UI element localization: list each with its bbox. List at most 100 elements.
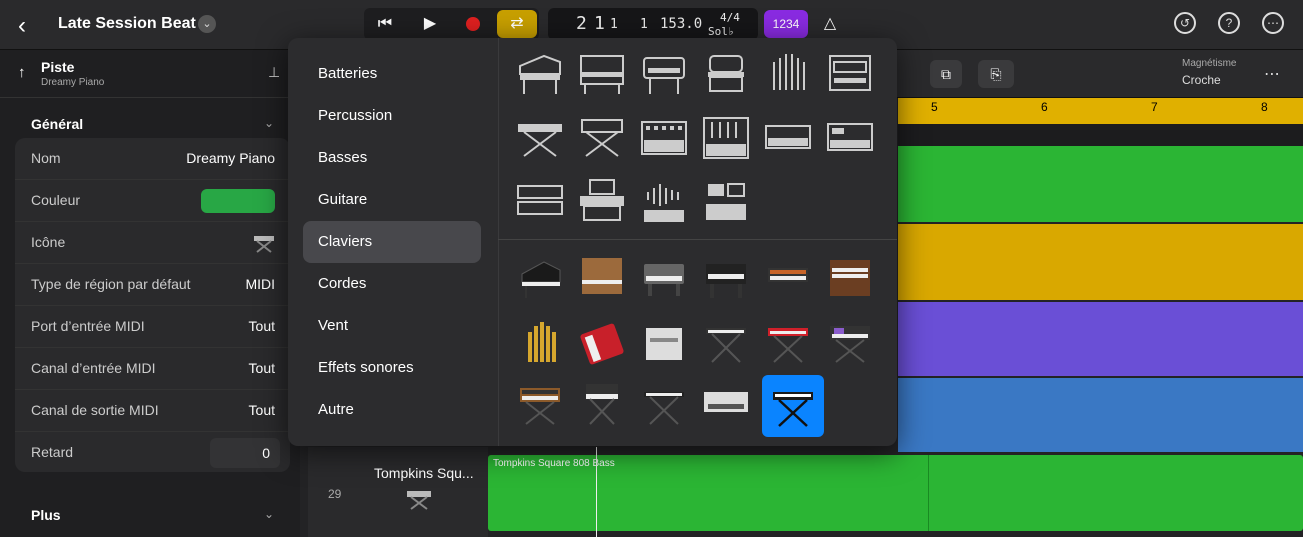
track-options-icon[interactable]: ⋯ xyxy=(1264,64,1280,84)
electric-organ-icon[interactable] xyxy=(762,252,814,304)
accordion-icon[interactable] xyxy=(576,318,628,370)
electric-piano-outline-icon[interactable] xyxy=(638,48,690,100)
track-name: Tompkins Squ... xyxy=(374,465,474,481)
ruler-bar-5: 5 xyxy=(931,100,938,114)
stage-keyboard-outline-icon[interactable] xyxy=(514,112,566,164)
modular-synth-outline-icon[interactable] xyxy=(700,112,752,164)
harmonium-outline-icon[interactable] xyxy=(824,48,876,100)
timeline-ruler[interactable]: 5 6 7 8 xyxy=(898,98,1303,146)
category-bass[interactable]: Basses xyxy=(303,137,481,179)
vintage-synth-icon[interactable] xyxy=(514,378,566,430)
red-stage-piano-icon[interactable] xyxy=(762,318,814,370)
title-menu-chevron-icon[interactable]: ⌄ xyxy=(198,15,216,33)
workstation-outline-icon[interactable] xyxy=(576,176,628,228)
general-chevron-icon[interactable]: ⌄ xyxy=(264,116,274,130)
row-value: Tout xyxy=(248,360,275,376)
sampler-keyboard-outline-icon[interactable] xyxy=(638,176,690,228)
category-wind[interactable]: Vent xyxy=(303,305,481,347)
snap-value[interactable]: Croche xyxy=(1182,73,1221,87)
pipe-organ-outline-icon[interactable] xyxy=(762,48,814,100)
count-in-button[interactable]: 1234 xyxy=(764,10,808,38)
keyboard-on-stand-icon[interactable] xyxy=(700,318,752,370)
ruler-bar-6: 6 xyxy=(1041,100,1048,114)
row-label: Type de région par défaut xyxy=(31,276,191,292)
undo-icon[interactable]: ↺ xyxy=(1174,12,1196,34)
suitcase-piano-icon[interactable] xyxy=(700,252,752,304)
row-color[interactable]: Couleur xyxy=(15,180,290,222)
analog-synth-outline-icon[interactable] xyxy=(762,112,814,164)
keyboard-stand-outline-icon[interactable] xyxy=(576,112,628,164)
rack-synth-outline-icon[interactable] xyxy=(514,176,566,228)
row-icon[interactable]: Icône xyxy=(15,222,290,264)
ruler-bar-7: 7 xyxy=(1151,100,1158,114)
row-midi-in-port[interactable]: Port d’entrée MIDI Tout xyxy=(15,306,290,348)
region-yellow[interactable] xyxy=(898,224,1303,300)
region-tompkins-bass[interactable]: Tompkins Square 808 Bass xyxy=(488,455,1303,531)
row-value: Dreamy Piano xyxy=(186,150,275,166)
more-chevron-icon[interactable]: ⌄ xyxy=(264,507,274,521)
category-drums[interactable]: Batteries xyxy=(303,53,481,95)
mono-synth-icon[interactable] xyxy=(576,378,628,430)
region-green-1[interactable] xyxy=(898,146,1303,222)
copy-icon[interactable]: ⧉ xyxy=(930,60,962,88)
lcd-display[interactable]: 2 1 1 1 153.0 4/4 Sol♭ min xyxy=(548,8,758,51)
color-swatch[interactable] xyxy=(201,189,275,213)
category-keyboards[interactable]: Claviers xyxy=(303,221,481,263)
synth-outline-icon[interactable] xyxy=(638,112,690,164)
drum-machine-keyboard-icon[interactable] xyxy=(700,378,752,430)
harmonium-icon[interactable] xyxy=(638,318,690,370)
tonewheel-organ-icon[interactable] xyxy=(824,252,876,304)
pipe-organ-icon[interactable] xyxy=(514,318,566,370)
help-icon[interactable]: ? xyxy=(1218,12,1240,34)
cycle-icon[interactable]: ⇄ xyxy=(497,10,537,38)
rewind-icon[interactable]: ⏮ xyxy=(367,10,403,38)
synth-workstation-icon[interactable] xyxy=(824,318,876,370)
keyboard-stand-icon[interactable] xyxy=(253,232,275,254)
grand-piano-outline-icon[interactable] xyxy=(514,48,566,100)
metronome-icon[interactable]: △ xyxy=(812,10,848,38)
category-guitar[interactable]: Guitare xyxy=(303,179,481,221)
ruler-ticks xyxy=(898,124,1303,146)
delay-input[interactable]: 0 xyxy=(210,438,280,468)
region-purple[interactable] xyxy=(898,302,1303,376)
upright-piano-outline-icon[interactable] xyxy=(576,48,628,100)
keyboard-stand-icon xyxy=(406,487,432,511)
upright-piano-icon[interactable] xyxy=(576,252,628,304)
snap-label: Magnétisme xyxy=(1182,58,1237,69)
row-label: Port d’entrée MIDI xyxy=(31,318,145,334)
pin-icon[interactable]: ⊥ xyxy=(268,64,280,81)
project-title[interactable]: Late Session Beat xyxy=(58,15,196,33)
digital-synth-outline-icon[interactable] xyxy=(824,112,876,164)
organ-outline-icon[interactable] xyxy=(700,48,752,100)
row-region-type[interactable]: Type de région par défaut MIDI xyxy=(15,264,290,306)
row-delay[interactable]: Retard 0 xyxy=(15,432,290,474)
more-icon[interactable]: ⋯ xyxy=(1262,12,1284,34)
record-icon[interactable] xyxy=(455,10,491,38)
category-sound-effects[interactable]: Effets sonores xyxy=(303,347,481,389)
track-header-29[interactable]: 29 Tompkins Squ... xyxy=(308,447,488,537)
lcd-beat: 1 xyxy=(594,13,605,34)
category-other[interactable]: Autre xyxy=(303,389,481,431)
controller-keyboard-outline-icon[interactable] xyxy=(700,176,752,228)
row-name[interactable]: Nom Dreamy Piano xyxy=(15,138,290,180)
category-percussion[interactable]: Percussion xyxy=(303,95,481,137)
playhead[interactable] xyxy=(596,447,597,537)
grand-piano-icon[interactable] xyxy=(514,252,566,304)
lcd-tick: 1 xyxy=(640,17,648,32)
section-general-title[interactable]: Général xyxy=(31,116,83,132)
row-midi-in-channel[interactable]: Canal d’entrée MIDI Tout xyxy=(15,348,290,390)
play-icon[interactable]: ▶ xyxy=(412,10,448,38)
lcd-bar: 2 xyxy=(576,13,587,34)
row-label: Canal d’entrée MIDI xyxy=(31,360,156,376)
section-more-title[interactable]: Plus xyxy=(31,507,61,523)
back-button[interactable]: ‹ xyxy=(18,12,26,40)
region-blue-audio[interactable] xyxy=(898,378,1303,452)
category-strings[interactable]: Cordes xyxy=(303,263,481,305)
slim-keyboard-icon[interactable] xyxy=(638,378,690,430)
paste-icon[interactable]: ⎘ xyxy=(978,60,1014,88)
row-label: Canal de sortie MIDI xyxy=(31,402,159,418)
row-midi-out-channel[interactable]: Canal de sortie MIDI Tout xyxy=(15,390,290,432)
selected-keyboard-stand-icon[interactable] xyxy=(767,380,819,432)
electric-piano-icon[interactable] xyxy=(638,252,690,304)
up-arrow-icon[interactable]: ↑ xyxy=(18,64,26,81)
